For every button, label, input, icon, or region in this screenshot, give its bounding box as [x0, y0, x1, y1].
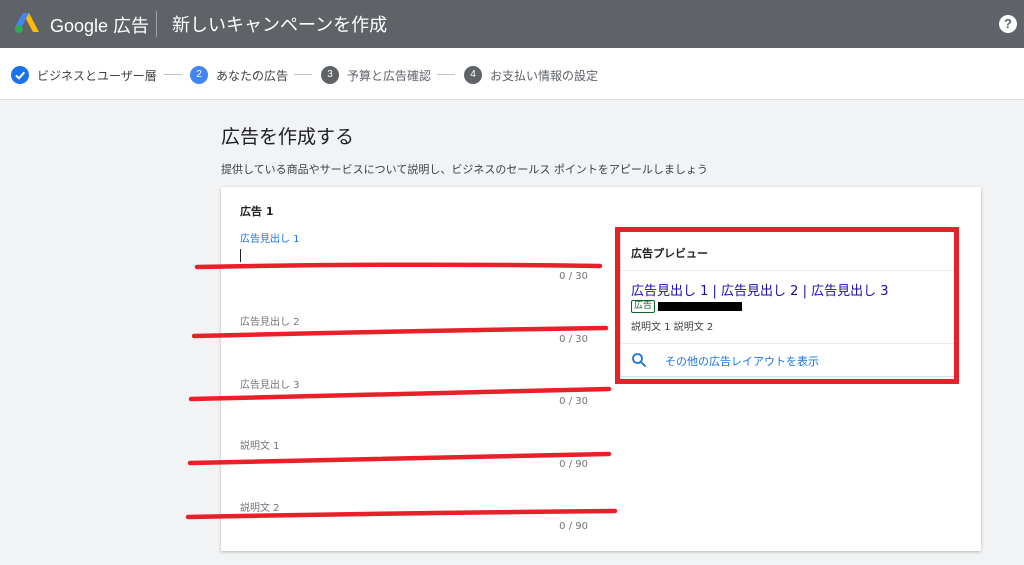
- page-heading: 新しいキャンペーンを作成: [172, 15, 388, 36]
- step-payment-settings[interactable]: 4 お支払い情報の設定: [464, 65, 598, 85]
- step-label: お支払い情報の設定: [490, 68, 599, 83]
- section-title: 広告を作成する: [221, 126, 355, 148]
- headline-2-label: 広告見出し 2: [240, 317, 300, 328]
- google-ads-logo-icon[interactable]: [14, 12, 40, 34]
- headline-3-counter: 0 / 30: [559, 396, 588, 407]
- brand-name: Google 広告: [50, 16, 150, 36]
- description-2-label: 説明文 2: [240, 503, 280, 514]
- step-connector: [294, 74, 312, 75]
- red-highlight-box: [615, 227, 959, 384]
- top-app-bar: Google 広告 新しいキャンペーンを作成 ?: [0, 0, 1024, 48]
- step-budget-review[interactable]: 3 予算と広告確認: [321, 65, 431, 85]
- ad-card-title: 広告 1: [240, 205, 274, 218]
- help-icon[interactable]: ?: [999, 15, 1017, 33]
- step-label: 予算と広告確認: [347, 68, 432, 83]
- step-label: ビジネスとユーザー層: [37, 68, 157, 83]
- step-label: あなたの広告: [216, 68, 289, 83]
- headline-1-label: 広告見出し 1: [240, 234, 300, 245]
- step-connector: [164, 74, 182, 75]
- headline-2-counter: 0 / 30: [559, 334, 588, 345]
- check-icon: [11, 66, 29, 84]
- headline-3-label: 広告見出し 3: [240, 380, 300, 391]
- description-1-label: 説明文 1: [240, 441, 280, 452]
- step-connector: [437, 74, 455, 75]
- section-subtitle: 提供している商品やサービスについて説明し、ビジネスのセールス ポイントをアピール…: [221, 163, 708, 176]
- progress-stepper: ビジネスとユーザー層 2 あなたの広告 3 予算と広告確認 4 お支払い情報の設…: [0, 48, 1024, 100]
- step-number: 3: [321, 66, 339, 84]
- description-1-counter: 0 / 90: [559, 459, 588, 470]
- description-2-counter: 0 / 90: [559, 521, 588, 532]
- step-your-ad[interactable]: 2 あなたの広告: [190, 65, 288, 85]
- text-cursor: [240, 249, 241, 262]
- step-business-audience[interactable]: ビジネスとユーザー層: [11, 65, 157, 85]
- header-divider: [156, 11, 157, 37]
- step-number: 4: [464, 66, 482, 84]
- step-number: 2: [190, 66, 208, 84]
- headline-1-counter: 0 / 30: [559, 271, 588, 282]
